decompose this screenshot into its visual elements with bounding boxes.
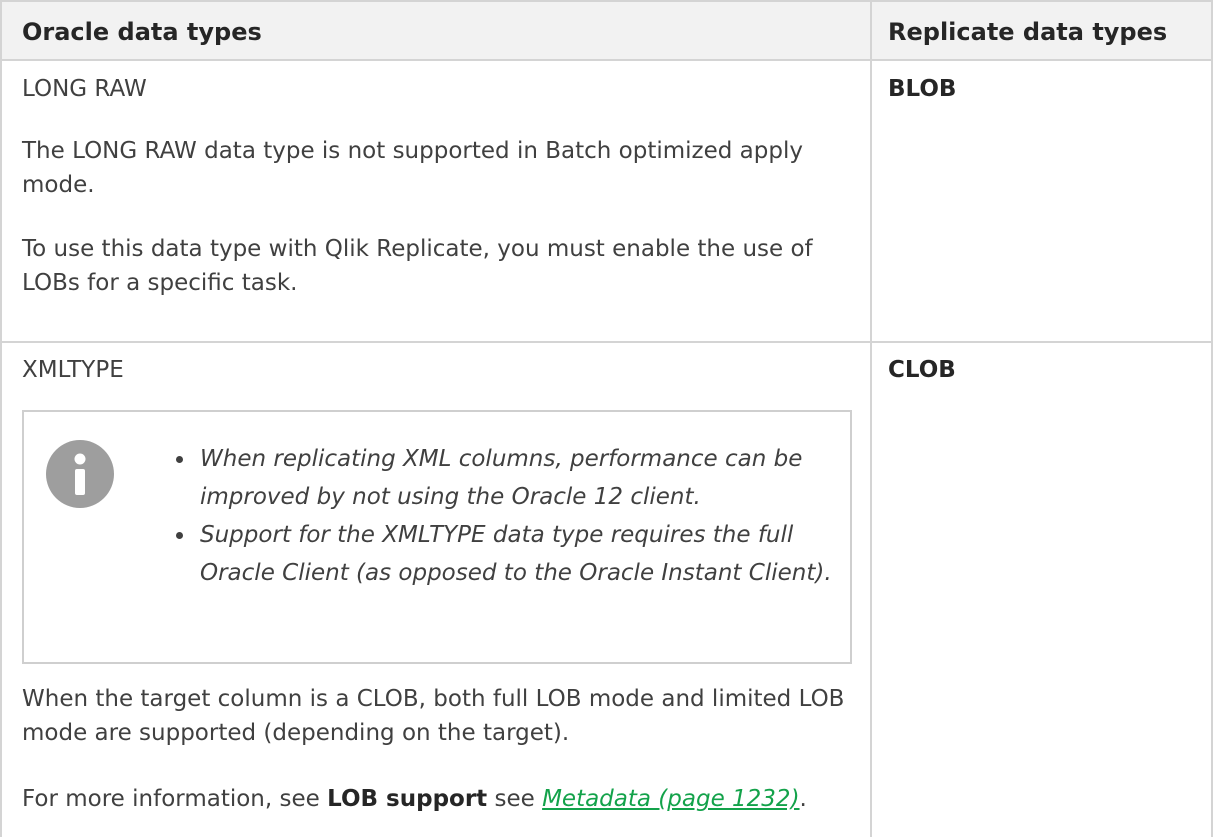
data-type-table: Oracle data types Replicate data types L… (0, 0, 1213, 837)
long-raw-lob-paragraph: To use this data type with Qlik Replicat… (22, 236, 813, 296)
more-info-paragraph: For more information, see LOB support se… (22, 782, 882, 816)
more-info-mid: see (487, 786, 543, 812)
metadata-link[interactable]: Metadata (page 1232) (542, 786, 799, 812)
more-info-prefix: For more information, see (22, 786, 328, 812)
oracle-type-long-raw: LONG RAW (22, 76, 147, 102)
replicate-type-blob: BLOB (888, 76, 957, 102)
table-border-top (0, 0, 1213, 2)
clob-mode-paragraph: When the target column is a CLOB, both f… (22, 686, 845, 746)
note-item: Support for the XMLTYPE data type requir… (174, 516, 834, 592)
lob-support-label: LOB support (327, 786, 488, 812)
row-divider (0, 341, 1213, 343)
replicate-type-clob: CLOB (888, 357, 956, 383)
note-box: When replicating XML columns, performanc… (22, 410, 852, 664)
oracle-type-xmltype: XMLTYPE (22, 357, 124, 383)
more-info-suffix: . (799, 786, 807, 812)
note-list: When replicating XML columns, performanc… (174, 440, 834, 592)
note-item: When replicating XML columns, performanc… (174, 440, 834, 516)
info-icon (46, 440, 114, 508)
long-raw-note-paragraph: The LONG RAW data type is not supported … (22, 138, 803, 198)
header-oracle-data-types: Oracle data types (22, 18, 262, 46)
column-divider (870, 0, 872, 837)
header-replicate-data-types: Replicate data types (888, 18, 1168, 46)
header-divider (0, 59, 1213, 61)
table-border-left (0, 0, 2, 837)
